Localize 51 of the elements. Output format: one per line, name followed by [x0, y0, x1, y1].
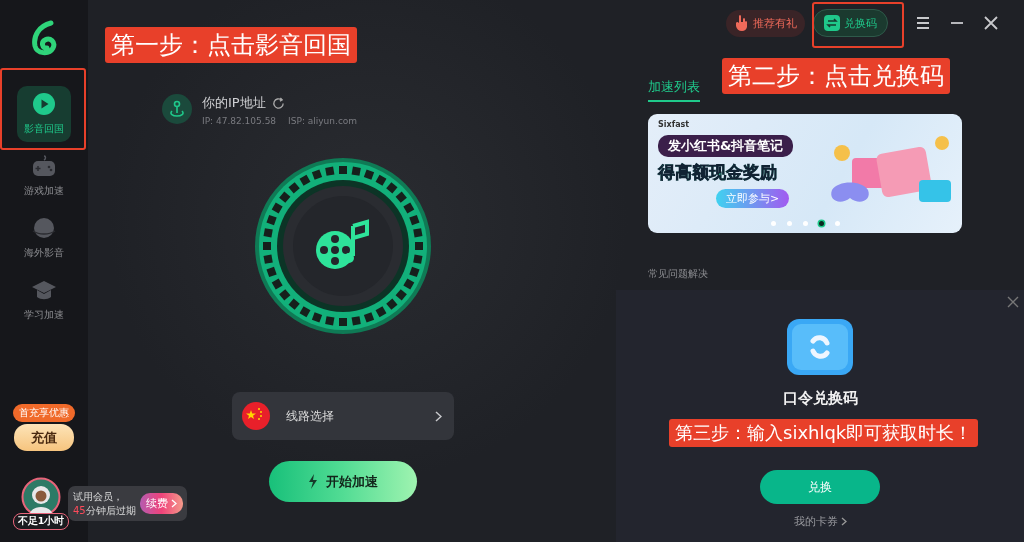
ip-address-title: 你的IP地址 — [202, 94, 266, 112]
acceleration-list-tab[interactable]: 加速列表 — [648, 78, 700, 102]
my-coupons-link[interactable]: 我的卡券 — [793, 514, 847, 529]
refresh-icon[interactable] — [271, 96, 285, 110]
lightning-icon — [308, 474, 318, 489]
sidebar-nav-item[interactable]: 海外影音 — [17, 210, 71, 266]
carousel-dot[interactable] — [802, 221, 808, 226]
step-annotation: 第二步：点击兑换码 — [722, 58, 950, 94]
start-acceleration-button[interactable]: 开始加速 — [269, 461, 417, 502]
promo-badge: 首充享优惠 — [13, 404, 75, 422]
step-annotation: 第一步：点击影音回国 — [105, 27, 357, 63]
promo-banner[interactable]: Sixfast 发小红书&抖音笔记 得高额现金奖励 立即参与> — [648, 114, 962, 233]
carousel-dot[interactable] — [770, 221, 776, 226]
referral-button[interactable]: 推荐有礼 — [726, 9, 805, 37]
banner-headline: 发小红书&抖音笔记 — [658, 135, 794, 157]
banner-brand-text: Sixfast — [658, 120, 690, 129]
swap-icon — [824, 15, 840, 31]
film-reel-dial-drawing[interactable] — [253, 156, 433, 336]
menu-icon[interactable] — [916, 17, 930, 29]
gamepad-icon — [31, 154, 57, 178]
redeem-code-button[interactable]: 兑换码 — [813, 9, 888, 37]
play-icon — [32, 92, 56, 116]
renew-button[interactable]: 续费 — [139, 493, 183, 514]
planet-icon — [31, 216, 57, 240]
banner-subline: 得高额现金奖励 — [658, 161, 777, 184]
carousel-dot[interactable] — [818, 221, 824, 226]
hand-icon — [734, 14, 750, 32]
trial-status-text: 试用会员， — [73, 490, 124, 504]
chevron-right-icon — [840, 517, 847, 526]
step-annotation: 第三步：输入sixhlqk即可获取时长！ — [669, 419, 979, 447]
sidebar-nav-item[interactable]: 学习加速 — [17, 272, 71, 328]
ip-address-text: IP: 47.82.105.58 — [202, 116, 277, 126]
china-flag-icon — [242, 402, 270, 430]
carousel-dot[interactable] — [786, 221, 792, 226]
isp-text: ISP: aliyun.com — [288, 116, 358, 126]
app-logo-icon — [29, 20, 59, 56]
route-selector[interactable]: 线路选择 — [232, 392, 454, 440]
faq-link[interactable]: 常见问题解决 — [648, 267, 962, 281]
trial-expiry-text: 45分钟后过期 — [73, 503, 136, 517]
dialog-title: 口令兑换码 — [782, 389, 858, 408]
carousel-dot[interactable] — [834, 221, 840, 226]
location-pin-icon — [162, 94, 192, 124]
recharge-button[interactable]: 充值 — [14, 424, 74, 451]
close-icon[interactable] — [984, 16, 998, 30]
time-left-badge: 不足1小时 — [12, 513, 70, 530]
chevron-right-icon — [435, 410, 442, 422]
chevron-right-icon — [170, 499, 177, 508]
graduation-cap-icon — [31, 278, 57, 302]
sidebar-nav-item[interactable]: 影音回国 — [17, 86, 71, 142]
redeem-icon — [787, 319, 853, 375]
sidebar-nav-item[interactable]: 游戏加速 — [17, 148, 71, 204]
